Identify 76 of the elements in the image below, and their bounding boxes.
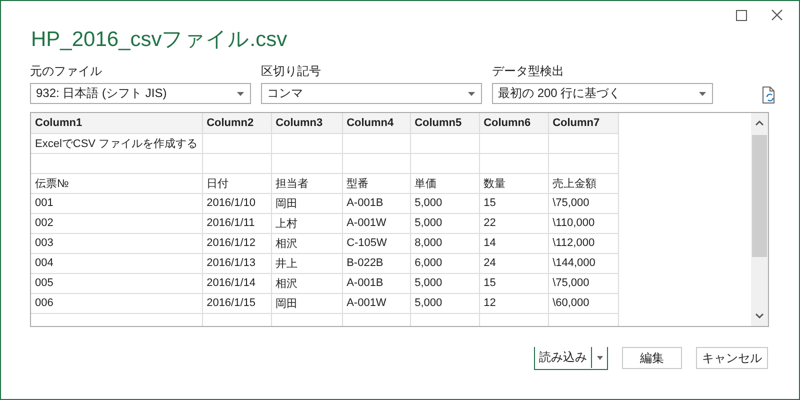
table-cell: 004: [31, 253, 202, 273]
table-cell: A-001B: [342, 273, 410, 293]
table-cell: \112,000: [548, 233, 618, 253]
table-cell: 井上: [271, 253, 342, 273]
table-cell: 8,000: [410, 233, 480, 253]
table-cell: 6,000: [410, 253, 480, 273]
table-cell: \75,000: [548, 193, 618, 213]
dialog-button[interactable]: キャンセル: [696, 347, 768, 369]
close-icon[interactable]: [771, 9, 783, 21]
window-title: HP_2016_csvファイル.csv: [31, 27, 288, 53]
table-cell: 15: [479, 273, 548, 293]
dropdown-field[interactable]: 932: 日本語 (シフト JIS): [30, 83, 251, 104]
table-cell: 002: [31, 213, 202, 233]
table-cell: 伝票№: [31, 173, 202, 193]
table-cell: 15: [479, 193, 548, 213]
table-cell: 相沢: [271, 233, 342, 253]
dialog-button[interactable]: 編集: [622, 347, 682, 369]
table-cell: A-001B: [342, 193, 410, 213]
table-cell: 5,000: [410, 273, 480, 293]
table-cell: 岡田: [271, 193, 342, 213]
table-cell: 006: [31, 293, 202, 313]
table-cell: 2016/1/14: [202, 273, 272, 293]
table-cell: \110,000: [548, 213, 618, 233]
column-header: Column4: [342, 113, 410, 133]
table-cell: 単価: [410, 173, 480, 193]
table-cell: 5,000: [410, 213, 480, 233]
caret-icon: [699, 92, 706, 96]
field-label: 区切り記号: [261, 63, 322, 80]
table-cell: 2016/1/15: [202, 293, 272, 313]
table-cell: 005: [31, 273, 202, 293]
column-header: Column6: [479, 113, 548, 133]
table-cell: 2016/1/12: [202, 233, 272, 253]
table-cell: A-001W: [342, 293, 410, 313]
column-header: Column5: [410, 113, 480, 133]
dropdown-field[interactable]: コンマ: [261, 83, 482, 104]
column-header: Column3: [271, 113, 342, 133]
table-cell: 岡田: [271, 293, 342, 313]
table-cell: 数量: [479, 173, 548, 193]
table-cell: \75,000: [548, 273, 618, 293]
table-cell: 5,000: [410, 193, 480, 213]
scroll-up-icon[interactable]: [755, 120, 764, 126]
table-cell: 001: [31, 193, 202, 213]
column-header: Column2: [202, 113, 272, 133]
caret-icon: [596, 356, 602, 360]
table-cell: 5,000: [410, 293, 480, 313]
table-cell: B-022B: [342, 253, 410, 273]
table-cell: C-105W: [342, 233, 410, 253]
table-cell: 日付: [202, 173, 272, 193]
table-cell: 2016/1/10: [202, 193, 272, 213]
table-cell: 型番: [342, 173, 410, 193]
table-cell: 2016/1/13: [202, 253, 272, 273]
table-cell: 売上金額: [548, 173, 618, 193]
refresh-icon[interactable]: [761, 86, 777, 104]
table-cell: 担当者: [271, 173, 342, 193]
table-cell: 24: [479, 253, 548, 273]
table-cell: \144,000: [548, 253, 618, 273]
caret-icon: [237, 92, 244, 96]
table-cell: 12: [479, 293, 548, 313]
field-label: 元のファイル: [30, 63, 103, 80]
column-header: Column7: [548, 113, 618, 133]
table-cell: A-001W: [342, 213, 410, 233]
table-cell: 14: [479, 233, 548, 253]
maximize-icon[interactable]: [736, 10, 746, 20]
table-cell: 003: [31, 233, 202, 253]
dropdown-field[interactable]: 最初の 200 行に基づく: [492, 83, 713, 104]
caret-icon: [468, 92, 475, 96]
field-label: データ型検出: [492, 63, 565, 80]
table-cell: ExcelでCSV ファイルを作成する: [31, 133, 202, 153]
table-cell: \60,000: [548, 293, 618, 313]
scroll-down-icon[interactable]: [755, 313, 764, 319]
scrollbar[interactable]: [751, 113, 768, 326]
table-cell: 22: [479, 213, 548, 233]
table-cell: 上村: [271, 213, 342, 233]
column-header: Column1: [31, 113, 202, 133]
table-cell: 相沢: [271, 273, 342, 293]
table-cell: 2016/1/11: [202, 213, 272, 233]
